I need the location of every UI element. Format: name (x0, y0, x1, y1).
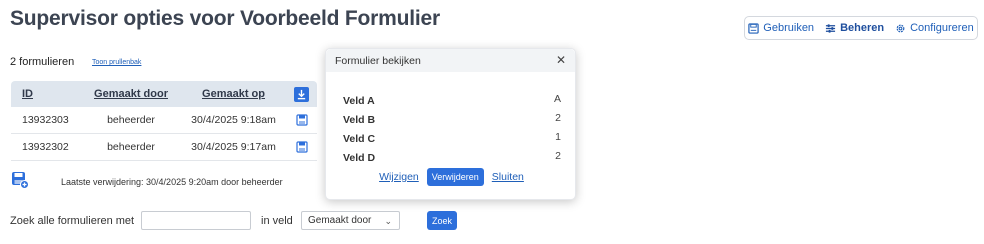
field-label-b: Veld B (343, 114, 376, 126)
show-trash-link[interactable]: Toon prullenbak (92, 59, 141, 66)
close-icon[interactable]: ✕ (556, 53, 566, 67)
sliders-icon (825, 23, 836, 33)
mode-switcher: Gebruiken Beheren Configureren (744, 16, 978, 40)
field-row-c: Veld C 1 (343, 131, 561, 145)
download-button[interactable] (294, 86, 309, 102)
column-header-id[interactable]: ID (22, 88, 33, 100)
manage-mode-button[interactable]: Beheren (825, 22, 884, 34)
column-header-created-by[interactable]: Gemaakt door (94, 88, 168, 100)
view-form-icon[interactable] (295, 141, 308, 153)
manage-mode-label: Beheren (840, 22, 885, 34)
form-count: 2 formulieren (10, 56, 75, 68)
field-select-value: Gemaakt door (308, 215, 372, 226)
view-form-icon[interactable] (295, 114, 308, 126)
row-created-by: beheerder (107, 114, 155, 126)
field-value-b: 2 (555, 112, 561, 124)
search-input[interactable] (141, 211, 251, 230)
dialog-title: Formulier bekijken (335, 54, 421, 67)
download-icon (297, 89, 306, 99)
field-row-a: Veld A A (343, 93, 561, 107)
save-icon (748, 22, 759, 34)
edit-link[interactable]: Wijzigen (379, 171, 419, 183)
field-row-b: Veld B 2 (343, 112, 561, 126)
chevron-down-icon: ⌄ (384, 216, 392, 226)
field-row-d: Veld D 2 (343, 150, 561, 164)
field-label-a: Veld A (343, 95, 375, 107)
row-id: 13932302 (22, 141, 69, 153)
field-value-a: A (553, 93, 561, 105)
row-created-on: 30/4/2025 9:17am (191, 141, 276, 153)
field-label-d: Veld D (343, 152, 376, 164)
dialog-header: Formulier bekijken ✕ (326, 49, 575, 72)
delete-button[interactable]: Verwijderen (426, 168, 484, 186)
row-created-by: beheerder (107, 141, 155, 153)
forms-table: ID Gemaakt door Gemaakt op 13932303 behe… (11, 81, 317, 161)
last-deletion-text: Laatste verwijdering: 30/4/2025 9:20am d… (61, 177, 283, 187)
gear-icon (896, 24, 905, 32)
row-created-on: 30/4/2025 9:18am (191, 114, 276, 126)
dialog-actions: Wijzigen Verwijderen Sluiten (326, 168, 577, 186)
view-form-dialog: Formulier bekijken ✕ Veld A A Veld B 2 V… (325, 48, 576, 200)
close-link[interactable]: Sluiten (492, 171, 524, 183)
search-button[interactable]: Zoek (427, 211, 457, 230)
field-label-c: Veld C (343, 133, 376, 145)
field-select[interactable]: Gemaakt door ⌄ (301, 211, 400, 230)
column-header-created-on[interactable]: Gemaakt op (202, 88, 265, 100)
table-row[interactable]: 13932303 beheerder 30/4/2025 9:18am (11, 107, 317, 134)
table-row[interactable]: 13932302 beheerder 30/4/2025 9:17am (11, 134, 317, 161)
configure-mode-label: Configureren (910, 22, 974, 34)
configure-mode-button[interactable]: Configureren (895, 22, 974, 34)
add-form-icon[interactable] (11, 171, 29, 194)
search-label: Zoek alle formulieren met (10, 215, 135, 227)
page-title: Supervisor opties voor Voorbeeld Formuli… (10, 7, 440, 30)
use-mode-button[interactable]: Gebruiken (748, 22, 814, 34)
use-mode-label: Gebruiken (763, 22, 815, 34)
field-label: in veld (261, 215, 293, 227)
table-header: ID Gemaakt door Gemaakt op (11, 81, 317, 107)
row-id: 13932303 (22, 114, 69, 126)
field-value-d: 2 (555, 150, 561, 162)
field-value-c: 1 (555, 131, 561, 143)
